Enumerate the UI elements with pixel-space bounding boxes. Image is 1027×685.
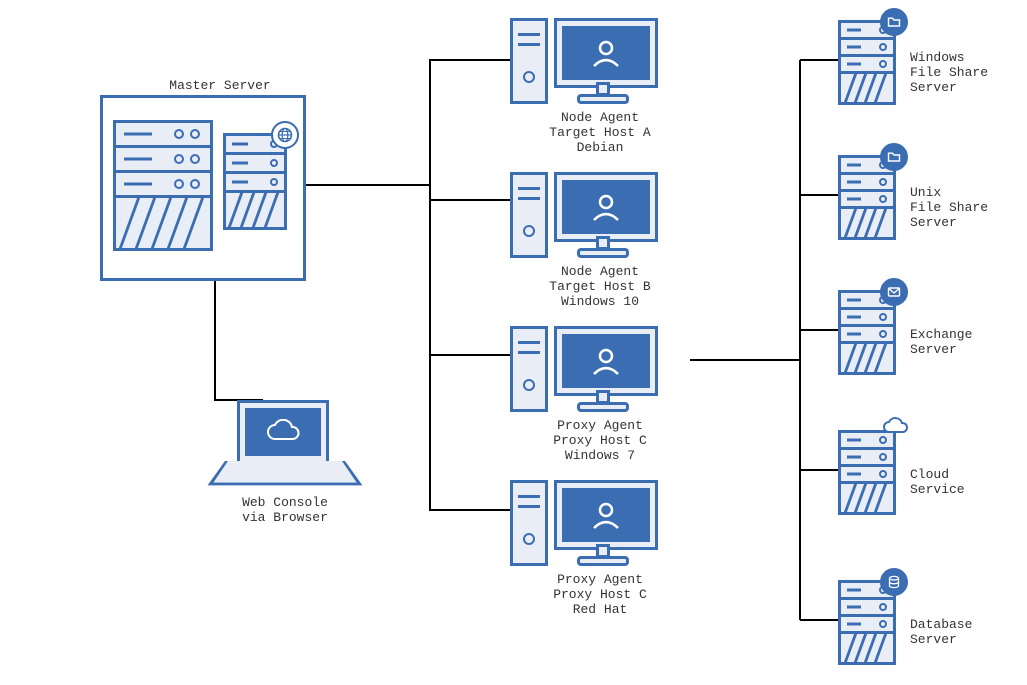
server-icon	[838, 580, 896, 665]
agent-c-label: Proxy Agent Proxy Host C Windows 7	[510, 418, 690, 463]
laptop-icon	[225, 400, 345, 490]
exchange-label: Exchange Server	[910, 327, 972, 357]
workstation-icon	[510, 172, 690, 264]
cloud-label: Cloud Service	[910, 467, 965, 497]
server-icon	[838, 430, 896, 515]
master-server-group	[100, 95, 306, 281]
globe-icon	[271, 121, 299, 149]
master-server-title: Master Server	[130, 78, 310, 93]
workstation-icon	[510, 480, 690, 572]
unix-fs-label: Unix File Share Server	[910, 185, 988, 230]
user-icon	[589, 36, 623, 70]
cloud-icon	[880, 416, 910, 436]
agent-a-label: Node Agent Target Host A Debian	[510, 110, 690, 155]
server-icon	[838, 290, 896, 375]
user-icon	[589, 344, 623, 378]
folder-icon	[880, 143, 908, 171]
user-icon	[589, 498, 623, 532]
cloud-icon	[245, 408, 321, 456]
mail-icon	[880, 278, 908, 306]
database-label: Database Server	[910, 617, 972, 647]
web-console-label: Web Console via Browser	[225, 495, 345, 525]
server-icon	[838, 20, 896, 105]
server-rack-icon	[113, 120, 213, 251]
workstation-icon	[510, 18, 690, 110]
workstation-icon	[510, 326, 690, 418]
folder-icon	[880, 8, 908, 36]
user-icon	[589, 190, 623, 224]
server-icon	[838, 155, 896, 240]
web-server-icon	[223, 133, 287, 230]
database-icon	[880, 568, 908, 596]
agent-d-label: Proxy Agent Proxy Host C Red Hat	[510, 572, 690, 617]
windows-fs-label: Windows File Share Server	[910, 50, 988, 95]
agent-b-label: Node Agent Target Host B Windows 10	[510, 264, 690, 309]
